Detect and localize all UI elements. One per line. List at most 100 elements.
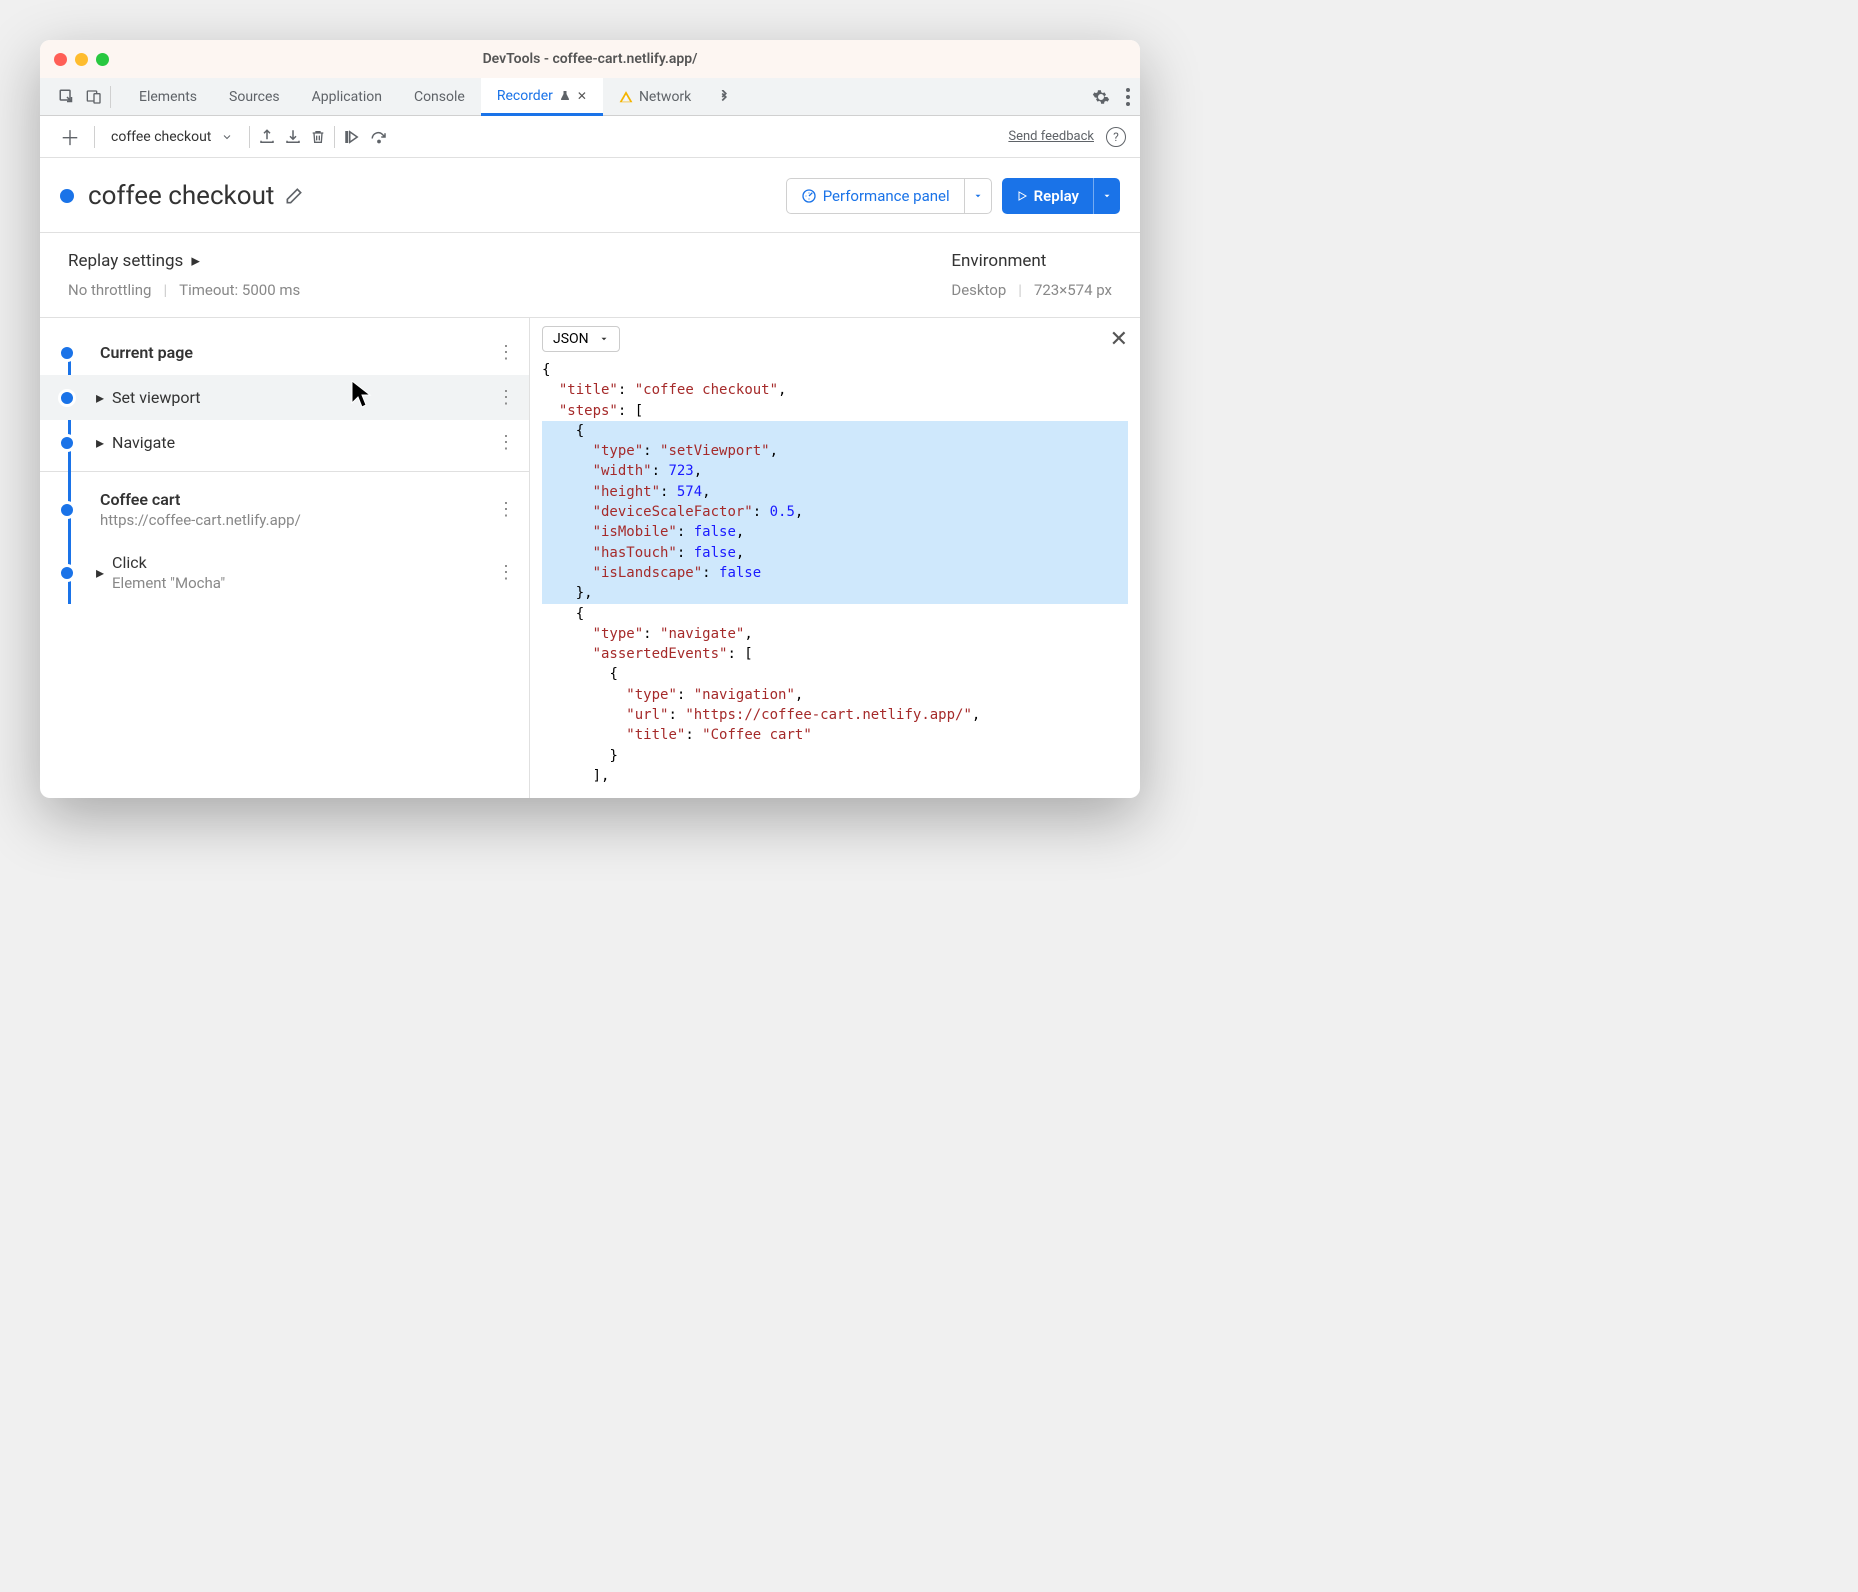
timeline-dot bbox=[58, 501, 76, 519]
edit-title-icon[interactable] bbox=[284, 186, 304, 206]
step-subtitle: Element "Mocha" bbox=[112, 574, 491, 592]
timeline-step-current-page[interactable]: Current page ⋮ bbox=[40, 330, 529, 375]
json-value: navigation bbox=[702, 687, 786, 703]
recorder-toolbar: ＋ coffee checkout Send feedback ? bbox=[40, 116, 1140, 158]
json-title: coffee checkout bbox=[643, 382, 769, 398]
step-title: Set viewport bbox=[112, 388, 491, 407]
json-value: setViewport bbox=[668, 443, 761, 459]
devtools-window: DevTools - coffee-cart.netlify.app/ Elem… bbox=[40, 40, 1140, 798]
play-icon bbox=[1016, 189, 1028, 203]
json-value: 723 bbox=[668, 463, 693, 479]
close-window-button[interactable] bbox=[54, 53, 67, 66]
replay-button-caret[interactable] bbox=[1093, 178, 1120, 214]
new-recording-button[interactable]: ＋ bbox=[54, 122, 86, 151]
tab-list: Elements Sources Application Console Rec… bbox=[123, 78, 731, 116]
json-value: false bbox=[694, 524, 736, 540]
gauge-icon bbox=[801, 188, 817, 204]
timeline-dot bbox=[58, 434, 76, 452]
step-title: Current page bbox=[100, 343, 491, 362]
json-value: 574 bbox=[677, 484, 702, 500]
timeout-value: Timeout: 5000 ms bbox=[179, 281, 300, 299]
tab-recorder[interactable]: Recorder ✕ bbox=[481, 78, 603, 116]
replay-button-label: Replay bbox=[1034, 187, 1079, 205]
json-value: 0.5 bbox=[770, 504, 795, 520]
json-value: false bbox=[694, 545, 736, 561]
timeline-pane: Current page ⋮ ▸ Set viewport ⋮ bbox=[40, 318, 530, 798]
format-selector[interactable]: JSON bbox=[542, 326, 620, 352]
tab-network-label: Network bbox=[639, 89, 691, 105]
recording-selector-label: coffee checkout bbox=[111, 129, 211, 145]
expand-caret-icon[interactable]: ▸ bbox=[96, 433, 104, 452]
tab-console[interactable]: Console bbox=[398, 78, 481, 116]
timeline-step-set-viewport[interactable]: ▸ Set viewport ⋮ bbox=[40, 375, 529, 420]
expand-caret-icon[interactable]: ▸ bbox=[96, 563, 104, 582]
timeline-divider bbox=[40, 471, 529, 472]
window-controls bbox=[54, 53, 109, 66]
recording-selector[interactable]: coffee checkout bbox=[103, 129, 241, 145]
chevron-down-icon bbox=[221, 131, 233, 143]
warning-icon bbox=[619, 90, 633, 104]
more-tabs-icon[interactable] bbox=[717, 90, 731, 104]
send-feedback-link[interactable]: Send feedback bbox=[1008, 129, 1094, 144]
tab-recorder-label: Recorder bbox=[497, 88, 553, 104]
step-title: Coffee cart bbox=[100, 490, 491, 509]
help-icon[interactable]: ? bbox=[1106, 127, 1126, 147]
performance-panel-button[interactable]: Performance panel bbox=[786, 178, 992, 214]
export-icon[interactable] bbox=[258, 128, 276, 146]
timeline-dot bbox=[58, 389, 76, 407]
device-value: Desktop bbox=[951, 281, 1006, 299]
tabs-bar: Elements Sources Application Console Rec… bbox=[40, 78, 1140, 116]
close-code-pane-icon[interactable]: ✕ bbox=[1110, 327, 1128, 352]
json-value: navigate bbox=[668, 626, 735, 642]
tab-network[interactable]: Network bbox=[603, 78, 707, 116]
inspect-icon[interactable] bbox=[58, 88, 76, 106]
window-title: DevTools - coffee-cart.netlify.app/ bbox=[483, 51, 698, 67]
gear-icon[interactable] bbox=[1092, 88, 1110, 106]
main-split: Current page ⋮ ▸ Set viewport ⋮ bbox=[40, 318, 1140, 798]
json-value: false bbox=[719, 565, 761, 581]
replay-button[interactable]: Replay bbox=[1002, 178, 1120, 214]
performance-panel-label: Performance panel bbox=[823, 187, 950, 205]
import-icon[interactable] bbox=[284, 128, 302, 146]
json-value: https://coffee-cart.netlify.app/ bbox=[694, 707, 964, 723]
tab-sources[interactable]: Sources bbox=[213, 78, 296, 116]
flask-icon bbox=[559, 89, 571, 103]
step-title: Click bbox=[112, 553, 491, 572]
recording-header: coffee checkout Performance panel bbox=[40, 158, 1140, 233]
code-body[interactable]: { "title": "coffee checkout", "steps": [… bbox=[530, 360, 1140, 798]
step-menu-icon[interactable]: ⋮ bbox=[491, 342, 521, 363]
timeline-dot bbox=[58, 344, 76, 362]
step-menu-icon[interactable]: ⋮ bbox=[491, 387, 521, 408]
tab-elements[interactable]: Elements bbox=[123, 78, 213, 116]
caret-right-icon: ▸ bbox=[191, 251, 200, 271]
minimize-window-button[interactable] bbox=[75, 53, 88, 66]
timeline-step-click[interactable]: ▸ Click Element "Mocha" ⋮ bbox=[40, 541, 529, 604]
maximize-window-button[interactable] bbox=[96, 53, 109, 66]
kebab-menu-icon[interactable] bbox=[1126, 88, 1130, 106]
device-toggle-icon[interactable] bbox=[86, 88, 102, 106]
step-menu-icon[interactable]: ⋮ bbox=[491, 562, 521, 583]
replay-settings-label: Replay settings bbox=[68, 251, 183, 271]
status-dot bbox=[60, 189, 74, 203]
step-title: Navigate bbox=[112, 433, 491, 452]
format-selector-label: JSON bbox=[553, 331, 589, 347]
code-pane: JSON ✕ { "title": "coffee checkout", "st… bbox=[530, 318, 1140, 798]
tab-application[interactable]: Application bbox=[296, 78, 398, 116]
step-subtitle: https://coffee-cart.netlify.app/ bbox=[100, 511, 491, 529]
replay-settings-toggle[interactable]: Replay settings ▸ bbox=[68, 251, 951, 271]
step-menu-icon[interactable]: ⋮ bbox=[491, 499, 521, 520]
step-over-icon[interactable] bbox=[369, 128, 389, 146]
timeline-step-navigate[interactable]: ▸ Navigate ⋮ bbox=[40, 420, 529, 465]
step-menu-icon[interactable]: ⋮ bbox=[491, 432, 521, 453]
delete-icon[interactable] bbox=[310, 128, 326, 146]
environment-label: Environment bbox=[951, 251, 1046, 271]
performance-panel-caret[interactable] bbox=[964, 179, 991, 213]
step-forward-icon[interactable] bbox=[343, 128, 361, 146]
throttling-value: No throttling bbox=[68, 281, 151, 299]
titlebar: DevTools - coffee-cart.netlify.app/ bbox=[40, 40, 1140, 78]
tab-close-icon[interactable]: ✕ bbox=[577, 89, 587, 103]
json-value: Coffee cart bbox=[711, 727, 804, 743]
expand-caret-icon[interactable]: ▸ bbox=[96, 388, 104, 407]
recording-title: coffee checkout bbox=[88, 181, 274, 211]
timeline-step-page[interactable]: Coffee cart https://coffee-cart.netlify.… bbox=[40, 478, 529, 541]
